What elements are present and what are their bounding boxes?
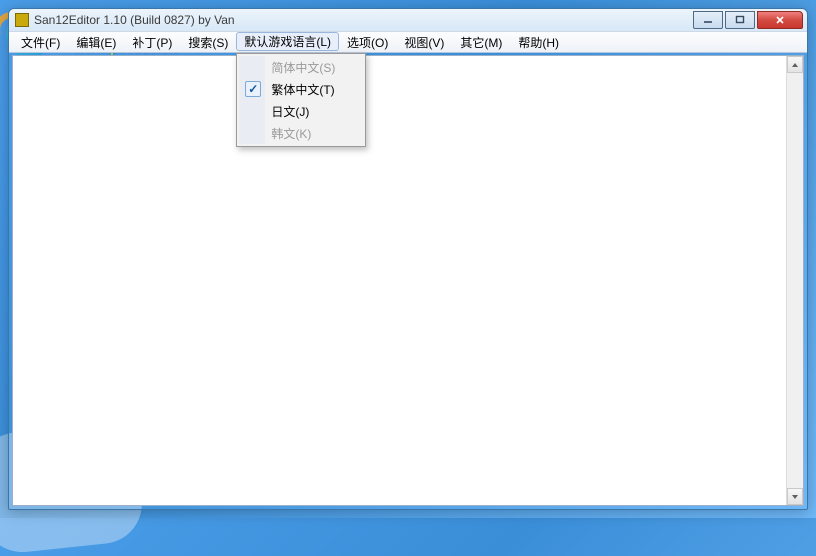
menu-help[interactable]: 帮助(H) xyxy=(510,32,567,52)
window-controls xyxy=(691,11,803,29)
menubar: 文件(F) 编辑(E) 补丁(P) 搜索(S) 默认游戏语言(L) 简体中文(S… xyxy=(9,31,807,53)
menu-label: 默认游戏语言(L) xyxy=(244,33,331,50)
menu-label: 选项(O) xyxy=(347,34,388,51)
menu-edit[interactable]: 编辑(E) xyxy=(68,32,124,52)
menu-file[interactable]: 文件(F) xyxy=(13,32,68,52)
chevron-up-icon xyxy=(791,61,799,69)
client-area xyxy=(12,55,804,506)
scroll-up-button[interactable] xyxy=(787,56,803,73)
menu-view[interactable]: 视图(V) xyxy=(396,32,452,52)
minimize-button[interactable] xyxy=(693,11,723,29)
dd-label: 日文(J) xyxy=(271,103,309,120)
menu-options[interactable]: 选项(O) xyxy=(339,32,396,52)
menu-label: 搜索(S) xyxy=(188,34,228,51)
scroll-track[interactable] xyxy=(787,73,803,488)
dd-label: 繁体中文(T) xyxy=(271,81,334,98)
maximize-icon xyxy=(735,15,745,25)
vertical-scrollbar[interactable] xyxy=(786,56,803,505)
scroll-down-button[interactable] xyxy=(787,488,803,505)
menu-patch[interactable]: 补丁(P) xyxy=(124,32,180,52)
close-button[interactable] xyxy=(757,11,803,29)
app-window: San12Editor 1.10 (Build 0827) by Van 文件(… xyxy=(8,8,808,510)
maximize-button[interactable] xyxy=(725,11,755,29)
close-icon xyxy=(775,15,785,25)
menu-search[interactable]: 搜索(S) xyxy=(180,32,236,52)
menu-label: 补丁(P) xyxy=(132,34,172,51)
window-title: San12Editor 1.10 (Build 0827) by Van xyxy=(34,13,691,27)
minimize-icon xyxy=(703,15,713,25)
check-icon: ✓ xyxy=(245,81,261,97)
lang-option-japanese[interactable]: 日文(J) xyxy=(239,100,363,122)
lang-option-traditional[interactable]: ✓ 繁体中文(T) xyxy=(239,78,363,100)
dd-label: 简体中文(S) xyxy=(271,59,335,76)
menu-label: 帮助(H) xyxy=(518,34,559,51)
chevron-down-icon xyxy=(791,493,799,501)
menu-label: 文件(F) xyxy=(21,34,60,51)
lang-option-simplified[interactable]: 简体中文(S) xyxy=(239,56,363,78)
menu-label: 其它(M) xyxy=(460,34,502,51)
menu-other[interactable]: 其它(M) xyxy=(452,32,510,52)
language-dropdown: 简体中文(S) ✓ 繁体中文(T) 日文(J) 韩文(K) xyxy=(236,53,366,147)
titlebar[interactable]: San12Editor 1.10 (Build 0827) by Van xyxy=(9,9,807,31)
menu-label: 视图(V) xyxy=(404,34,444,51)
app-icon xyxy=(15,13,29,27)
lang-option-korean[interactable]: 韩文(K) xyxy=(239,122,363,144)
menu-label: 编辑(E) xyxy=(76,34,116,51)
menu-default-language[interactable]: 默认游戏语言(L) xyxy=(236,32,339,51)
dd-label: 韩文(K) xyxy=(271,125,311,142)
